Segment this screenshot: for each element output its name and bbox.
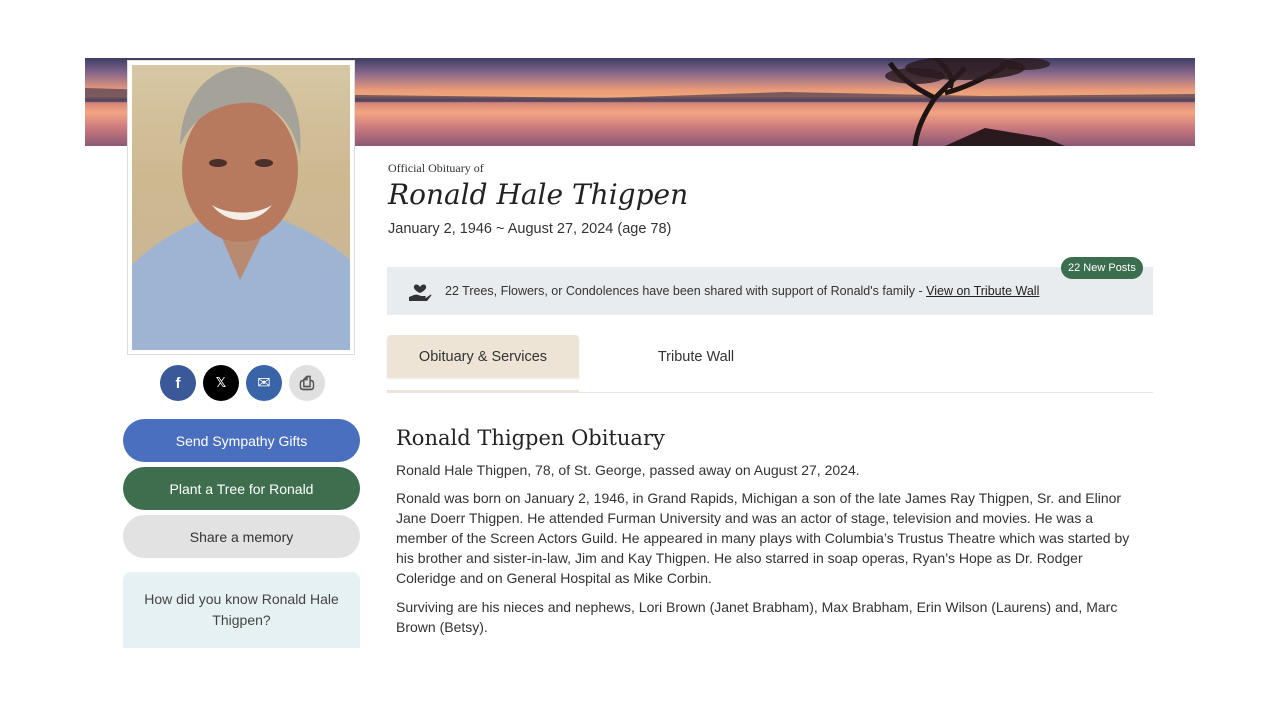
tab-obituary-services[interactable]: Obituary & Services [387, 335, 579, 378]
view-tribute-wall-link[interactable]: View on Tribute Wall [926, 284, 1039, 298]
new-posts-badge: 22 New Posts [1061, 257, 1143, 279]
tribute-count-text: 22 Trees, Flowers, or Condolences have b… [445, 284, 927, 298]
obituary-paragraph: Ronald was born on January 2, 1946, in G… [396, 490, 1130, 586]
portrait-photo-frame [127, 60, 355, 355]
deceased-name: Ronald Hale Thigpen [388, 178, 689, 211]
obituary-paragraph: Ronald Hale Thigpen, 78, of St. George, … [396, 462, 860, 478]
plant-tree-button[interactable]: Plant a Tree for Ronald [123, 467, 360, 510]
relationship-prompt-box[interactable]: How did you know Ronald Hale Thigpen? [123, 572, 360, 648]
email-icon[interactable]: ✉ [246, 365, 282, 401]
obituary-paragraph: Surviving are his nieces and nephews, Lo… [396, 599, 1118, 635]
share-memory-button[interactable]: Share a memory [123, 515, 360, 558]
tabs-divider [387, 392, 1153, 393]
print-icon[interactable]: ⎙ [289, 365, 325, 401]
obituary-title: Ronald Thigpen Obituary [396, 426, 665, 450]
life-dates: January 2, 1946 ~ August 27, 2024 (age 7… [388, 221, 672, 237]
tribute-summary-bar: 22 Trees, Flowers, or Condolences have b… [387, 267, 1153, 315]
x-twitter-icon[interactable]: 𝕏 [203, 365, 239, 401]
tribute-summary-text: 22 Trees, Flowers, or Condolences have b… [445, 284, 1039, 298]
facebook-icon[interactable]: f [160, 365, 196, 401]
send-sympathy-gifts-button[interactable]: Send Sympathy Gifts [123, 419, 360, 462]
social-share-bar: f 𝕏 ✉ ⎙ [160, 365, 325, 401]
heart-in-hand-icon [409, 284, 432, 301]
portrait-photo [132, 65, 350, 350]
official-obituary-label: Official Obituary of [388, 161, 484, 175]
relationship-question: How did you know Ronald Hale Thigpen? [144, 591, 339, 628]
tab-tribute-wall[interactable]: Tribute Wall [600, 335, 792, 378]
